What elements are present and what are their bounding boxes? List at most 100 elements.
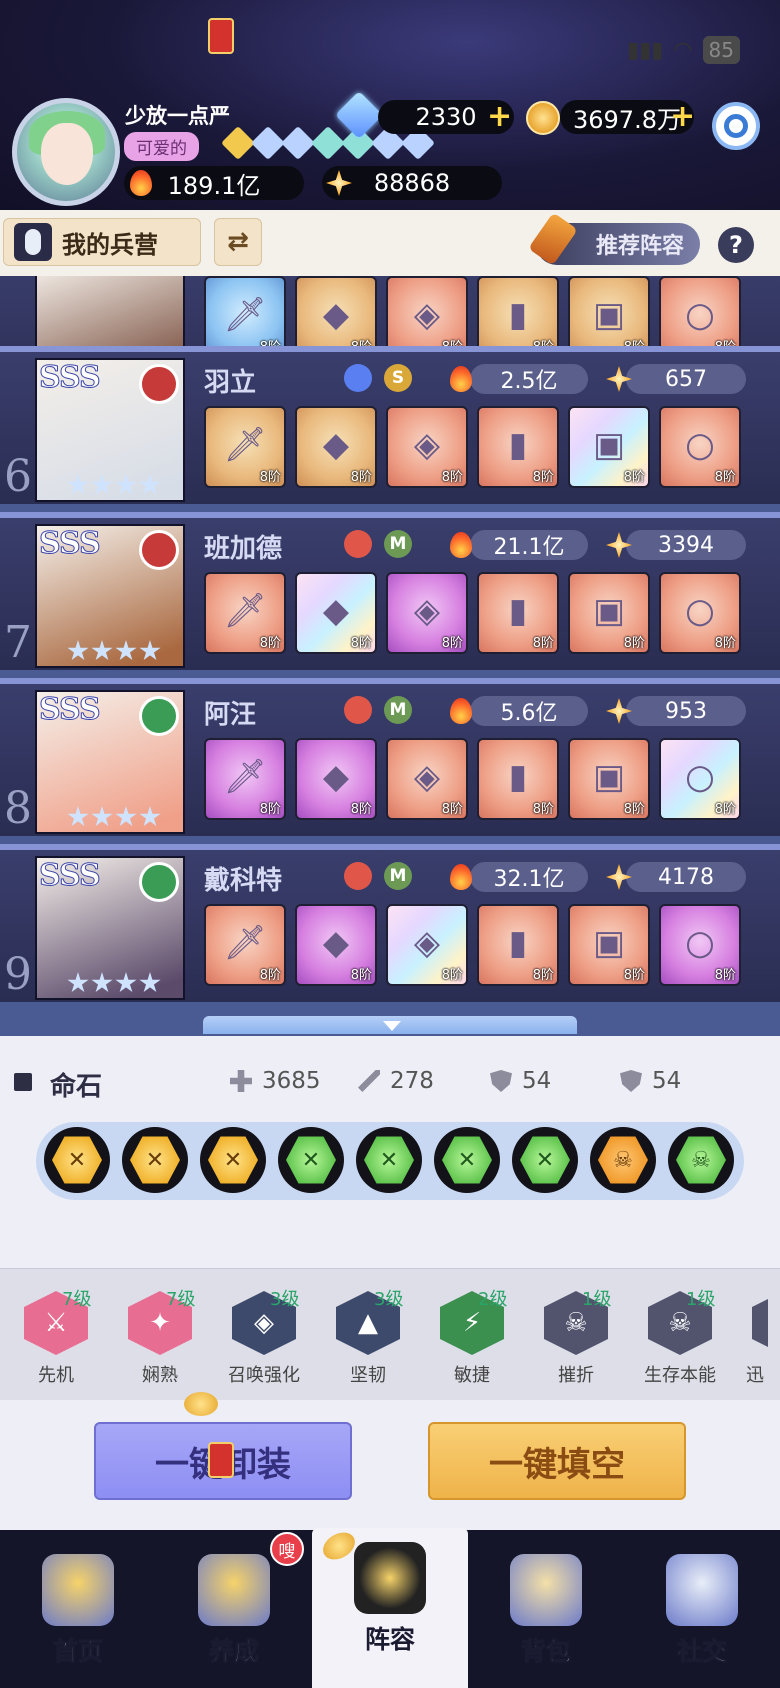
star-icon: [139, 806, 161, 827]
hero-score: 953: [626, 696, 746, 726]
weapon-equip-slot[interactable]: 🗡 8阶: [204, 738, 286, 820]
helmet-equip-slot[interactable]: ◈8阶: [386, 572, 468, 654]
fire-icon: [130, 170, 152, 196]
boots-icon: ▮: [508, 295, 528, 336]
life-stone-icon[interactable]: ✕: [122, 1127, 188, 1193]
armor-icon: ◆: [322, 425, 350, 466]
boots-equip-slot[interactable]: ▮ 8阶: [477, 904, 559, 986]
helmet-icon: ◈: [413, 757, 441, 798]
boots-equip-slot[interactable]: ▮ 8阶: [477, 572, 559, 654]
hero-portrait[interactable]: SSS: [35, 690, 185, 834]
expand-list-tab[interactable]: [203, 1016, 577, 1034]
swap-lineup-button[interactable]: ⇄: [214, 218, 262, 266]
equip-level: 8阶: [623, 470, 645, 485]
my-barracks-button[interactable]: 我的兵营: [3, 218, 201, 266]
helmet-equip-slot[interactable]: ◈8阶: [386, 738, 468, 820]
star-icon: [67, 972, 89, 993]
equip-level: 8阶: [714, 470, 736, 485]
player-avatar[interactable]: [12, 98, 120, 206]
skill-item[interactable]: ⚡ 2级 敏捷: [422, 1283, 522, 1393]
ring-equip-slot[interactable]: ○ 8阶: [659, 738, 741, 820]
nav-tab[interactable]: 首页: [0, 1540, 156, 1688]
one-click-fill-button[interactable]: 一键填空: [428, 1422, 686, 1500]
hero-row[interactable]: 8 SSS 阿汪 M 5.6亿 953 🗡 8阶 ◆ 8阶 ◈ 8阶 ▮ 8阶 ▣ 8阶 ○ 8阶: [0, 678, 780, 836]
skill-item[interactable]: 迅: [734, 1283, 768, 1393]
life-stone-icon[interactable]: ✕: [278, 1127, 344, 1193]
star-icon: [91, 806, 113, 827]
weapon-equip-slot[interactable]: 🗡 8阶: [204, 406, 286, 488]
weapon-equip-slot[interactable]: 🗡 8阶: [204, 572, 286, 654]
skill-item[interactable]: ◈ 3级 召唤强化: [214, 1283, 314, 1393]
score-value: 88868: [373, 169, 451, 197]
equip-level: 8阶: [441, 802, 463, 817]
star-icon: [139, 640, 161, 661]
ring-equip-slot[interactable]: ○ 8阶: [659, 406, 741, 488]
recommend-lineup-label: 推荐阵容: [595, 233, 684, 259]
skill-level: 3级: [374, 1289, 404, 1310]
skull-stone-icon[interactable]: ☠: [668, 1127, 734, 1193]
vip-gem-row: [221, 126, 435, 160]
life-stone-icon[interactable]: ✕: [200, 1127, 266, 1193]
skill-level: 3级: [270, 1289, 300, 1310]
life-stone-icon[interactable]: ✕: [44, 1127, 110, 1193]
hero-portrait[interactable]: SSS: [35, 856, 185, 1000]
nav-tab[interactable]: 背包: [468, 1540, 624, 1688]
skill-item[interactable]: ▲ 3级 坚韧: [318, 1283, 418, 1393]
helmet-equip-slot[interactable]: ◈8阶: [386, 904, 468, 986]
settings-gear-icon[interactable]: [712, 102, 760, 150]
skill-item[interactable]: ☠ 1级 生存本能: [630, 1283, 730, 1393]
help-button[interactable]: ?: [718, 227, 754, 263]
skill-item[interactable]: ⚔ 7级 先机: [6, 1283, 106, 1393]
hero-power: 2.5亿: [470, 364, 588, 394]
shield-role-icon: [344, 364, 372, 392]
rank-badge: S: [384, 364, 412, 392]
floating-coin-icon[interactable]: [184, 1392, 218, 1416]
ring-equip-slot[interactable]: ○ 8阶: [659, 904, 741, 986]
element-badge-icon: [139, 364, 179, 404]
armor-equip-slot[interactable]: ◆8阶: [295, 572, 377, 654]
add-diamond-button[interactable]: +: [487, 102, 512, 132]
star-icon: [67, 474, 89, 495]
belt-equip-slot[interactable]: ▣ 8阶: [568, 904, 650, 986]
life-stone-title: 命石: [50, 1072, 103, 1102]
recommend-lineup-button[interactable]: 推荐阵容: [528, 212, 700, 266]
skill-item[interactable]: ☠ 1级 摧折: [526, 1283, 626, 1393]
player-title-tag: 可爱的: [124, 132, 199, 161]
add-gold-button[interactable]: +: [670, 102, 695, 132]
player-header: ▮▮▮ ◠ 85 少放一点严 可爱的 2330 + 3697.8万 + 189.…: [0, 0, 780, 210]
star-rating: [67, 474, 161, 496]
armor-icon: ◆: [322, 923, 350, 964]
equip-level: 8阶: [259, 802, 281, 817]
helmet-icon: ◈: [413, 923, 441, 964]
helmet-equip-slot[interactable]: ◈8阶: [386, 406, 468, 488]
nav-tab[interactable]: 社交: [624, 1540, 780, 1688]
belt-equip-slot[interactable]: ▣ 8阶: [568, 572, 650, 654]
hero-row[interactable]: 7 SSS 班加德 M 21.1亿 3394 🗡 8阶 ◆ 8阶 ◈ 8阶 ▮ 8阶 ▣ 8阶 ○ 8阶: [0, 512, 780, 670]
slot-number: 8: [4, 783, 32, 834]
weapon-equip-slot[interactable]: 🗡 8阶: [204, 904, 286, 986]
hero-portrait[interactable]: SSS: [35, 358, 185, 502]
red-envelope-icon[interactable]: [208, 1442, 234, 1478]
star-icon: [115, 640, 137, 661]
boots-equip-slot[interactable]: ▮ 8阶: [477, 406, 559, 488]
ring-equip-slot[interactable]: ○ 8阶: [659, 572, 741, 654]
belt-equip-slot[interactable]: ▣ 8阶: [568, 738, 650, 820]
skull-stone-icon[interactable]: ☠: [590, 1127, 656, 1193]
hero-name: 班加德: [204, 534, 283, 564]
hero-row[interactable]: 6 SSS 羽立 S 2.5亿 657 🗡 8阶 ◆ 8阶 ◈ 8阶 ▮ 8阶 ▣ 8阶 ○ 8阶: [0, 346, 780, 504]
armor-equip-slot[interactable]: ◆8阶: [295, 904, 377, 986]
hero-lineup-list[interactable]: 5🗡8阶◆8阶◈8阶▮8阶▣8阶○8阶6SSS羽立S2.5亿657🗡8阶◆8阶◈…: [0, 276, 780, 1036]
hero-row[interactable]: 9 SSS 戴科特 M 32.1亿 4178 🗡 8阶 ◆ 8阶 ◈ 8阶 ▮ 8阶 ▣ 8阶 ○ 8阶: [0, 844, 780, 1002]
hero-portrait[interactable]: SSS: [35, 524, 185, 668]
nav-label: 养成: [208, 1637, 259, 1667]
skill-item[interactable]: ✦ 7级 娴熟: [110, 1283, 210, 1393]
armor-equip-slot[interactable]: ◆8阶: [295, 406, 377, 488]
red-envelope-icon[interactable]: [208, 18, 234, 54]
armor-equip-slot[interactable]: ◆8阶: [295, 738, 377, 820]
boots-equip-slot[interactable]: ▮ 8阶: [477, 738, 559, 820]
life-stone-icon[interactable]: ✕: [512, 1127, 578, 1193]
life-stone-icon[interactable]: ✕: [356, 1127, 422, 1193]
life-stone-icon[interactable]: ✕: [434, 1127, 500, 1193]
grade-label: SSS: [39, 692, 102, 728]
belt-equip-slot[interactable]: ▣ 8阶: [568, 406, 650, 488]
